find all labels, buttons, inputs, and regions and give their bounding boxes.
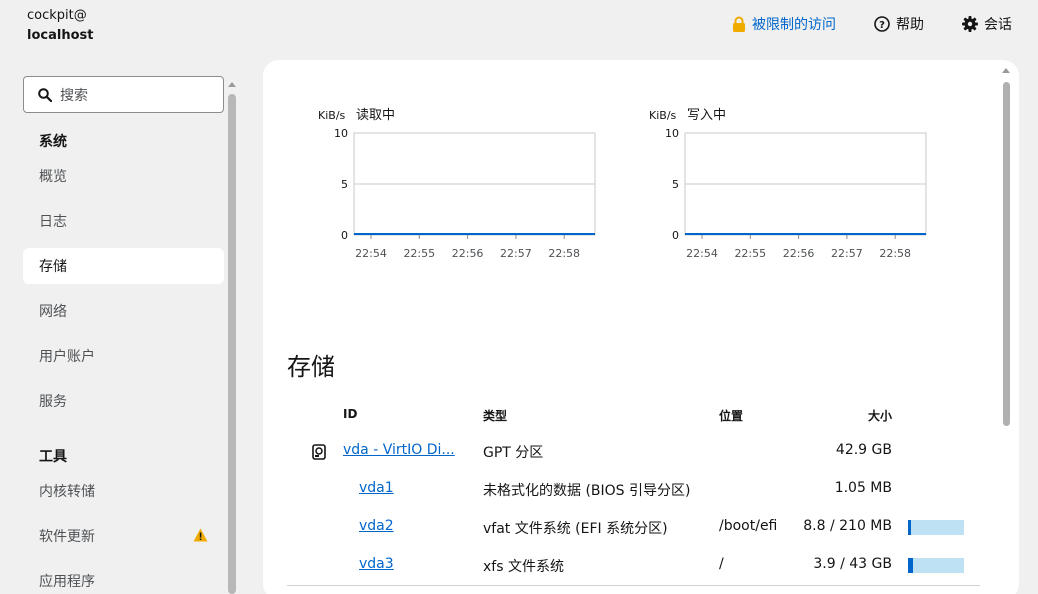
x-tick-label: 22:55 [734, 247, 766, 260]
sidebar-item-label: 网络 [39, 304, 67, 320]
scrollbar-thumb[interactable] [228, 94, 236, 594]
usage-bar-fill [908, 558, 913, 573]
device-link[interactable]: vda - VirtIO Di... [343, 442, 455, 458]
sidebar-item-overview[interactable]: 概览 [23, 158, 224, 194]
y-tick-label: 5 [341, 178, 348, 191]
host-label: cockpit@ localhost [27, 6, 93, 46]
sidebar-item-updates[interactable]: 软件更新 [23, 518, 224, 554]
device-location: / [719, 556, 724, 572]
main-scrollbar[interactable] [1002, 68, 1010, 428]
host-user: cockpit@ [27, 8, 87, 23]
x-tick-label: 22:54 [355, 247, 387, 260]
gear-icon [962, 16, 978, 32]
search-icon [38, 87, 52, 102]
usage-bar-fill [908, 520, 911, 535]
device-link[interactable]: vda1 [359, 480, 394, 496]
scroll-up-arrow-icon[interactable] [1002, 68, 1010, 73]
y-tick-label: 10 [665, 127, 679, 140]
scroll-up-arrow-icon[interactable] [228, 82, 236, 87]
y-tick-label: 0 [672, 229, 679, 242]
sidebar-item-label: 软件更新 [39, 529, 95, 545]
x-tick-label: 22:58 [548, 247, 580, 260]
device-type: xfs 文件系统 [483, 559, 564, 575]
chart-svg: KiB/s 读取中 10 5 0 22:54 22:55 22:56 22:57 22:58 [318, 108, 596, 260]
sidebar-item-logs[interactable]: 日志 [23, 203, 224, 239]
device-location: /boot/efi [719, 518, 778, 534]
device-type: 未格式化的数据 (BIOS 引导分区) [483, 483, 691, 499]
x-tick-label: 22:58 [879, 247, 911, 260]
sidebar-item-label: 日志 [39, 214, 67, 230]
limited-access-button[interactable]: 被限制的访问 [732, 14, 836, 34]
help-button[interactable]: ? 帮助 [874, 14, 924, 34]
table-row[interactable]: vda3 xfs 文件系统 / 3.9 / 43 GB [287, 546, 980, 584]
x-tick-label: 22:55 [403, 247, 435, 260]
x-tick-label: 22:57 [831, 247, 863, 260]
help-label: 帮助 [896, 17, 924, 33]
table-row[interactable]: vda1 未格式化的数据 (BIOS 引导分区) 1.05 MB [287, 470, 980, 508]
device-size: 42.9 GB [835, 442, 892, 458]
sidebar-item-label: 内核转储 [39, 484, 95, 500]
sidebar-item-label: 应用程序 [39, 574, 95, 590]
usage-bar [908, 520, 964, 535]
sidebar-scrollbar[interactable] [228, 82, 236, 594]
x-tick-label: 22:56 [452, 247, 484, 260]
device-type: vfat 文件系统 (EFI 系统分区) [483, 521, 668, 537]
warning-icon [193, 528, 208, 542]
x-tick-label: 22:56 [783, 247, 815, 260]
column-header-id[interactable]: ID [343, 407, 357, 421]
chart-unit: KiB/s [318, 109, 346, 122]
device-link[interactable]: vda3 [359, 556, 394, 572]
svg-text:?: ? [879, 20, 885, 31]
device-type: GPT 分区 [483, 445, 544, 461]
search-input[interactable]: 搜索 [23, 76, 224, 113]
device-link[interactable]: vda2 [359, 518, 394, 534]
column-header-size[interactable]: 大小 [868, 407, 892, 424]
table-row[interactable]: vda2 vfat 文件系统 (EFI 系统分区) /boot/efi 8.8 … [287, 508, 980, 546]
sidebar: 搜索 系统 概览 日志 存储 网络 用户账户 服务 工具 内核转储 软件更新 应… [0, 76, 240, 594]
session-button[interactable]: 会话 [962, 14, 1012, 34]
table-row[interactable]: vda - VirtIO Di... GPT 分区 42.9 GB [287, 432, 980, 470]
chart-title: 读取中 [356, 108, 395, 123]
device-size: 8.8 / 210 MB [803, 518, 892, 534]
column-header-type[interactable]: 类型 [483, 407, 507, 424]
session-label: 会话 [984, 17, 1012, 33]
sidebar-item-services[interactable]: 服务 [23, 383, 224, 419]
sidebar-item-accounts[interactable]: 用户账户 [23, 338, 224, 374]
scrollbar-thumb[interactable] [1003, 82, 1010, 426]
sidebar-item-storage[interactable]: 存储 [23, 248, 224, 284]
chart-unit: KiB/s [649, 109, 677, 122]
device-size: 1.05 MB [834, 480, 892, 496]
lock-icon [733, 16, 745, 32]
page-title: 存储 [287, 353, 335, 381]
usage-bar [908, 558, 964, 573]
limited-access-label: 被限制的访问 [752, 17, 836, 33]
y-tick-label: 0 [341, 229, 348, 242]
write-chart: KiB/s 写入中 10 5 0 22:54 22:55 22:56 22:57 22:58 [641, 100, 941, 274]
nav-heading-tools: 工具 [39, 449, 67, 465]
search-placeholder: 搜索 [60, 87, 88, 104]
sidebar-item-label: 用户账户 [39, 349, 95, 365]
table-divider [287, 585, 980, 586]
device-size: 3.9 / 43 GB [813, 556, 892, 572]
nav-heading-system: 系统 [39, 134, 67, 150]
sidebar-item-network[interactable]: 网络 [23, 293, 224, 329]
column-header-location[interactable]: 位置 [719, 407, 743, 424]
x-tick-label: 22:57 [500, 247, 532, 260]
chart-title: 写入中 [687, 108, 726, 123]
y-tick-label: 5 [672, 178, 679, 191]
help-icon: ? [874, 16, 890, 32]
sidebar-item-label: 存储 [39, 259, 67, 275]
sidebar-item-label: 服务 [39, 394, 67, 410]
x-tick-label: 22:54 [686, 247, 718, 260]
sidebar-item-apps[interactable]: 应用程序 [23, 563, 224, 594]
y-tick-label: 10 [334, 127, 348, 140]
chart-svg: KiB/s 写入中 10 5 0 22:54 22:55 22:56 22:57 22:58 [649, 108, 927, 260]
read-chart: KiB/s 读取中 10 5 0 22:54 22:55 22:56 22:57 22:58 [310, 100, 610, 274]
sidebar-item-label: 概览 [39, 169, 67, 185]
top-nav: 被限制的访问 ? 帮助 会话 [694, 14, 1012, 34]
sidebar-item-kdump[interactable]: 内核转储 [23, 473, 224, 509]
host-name: localhost [27, 28, 94, 43]
